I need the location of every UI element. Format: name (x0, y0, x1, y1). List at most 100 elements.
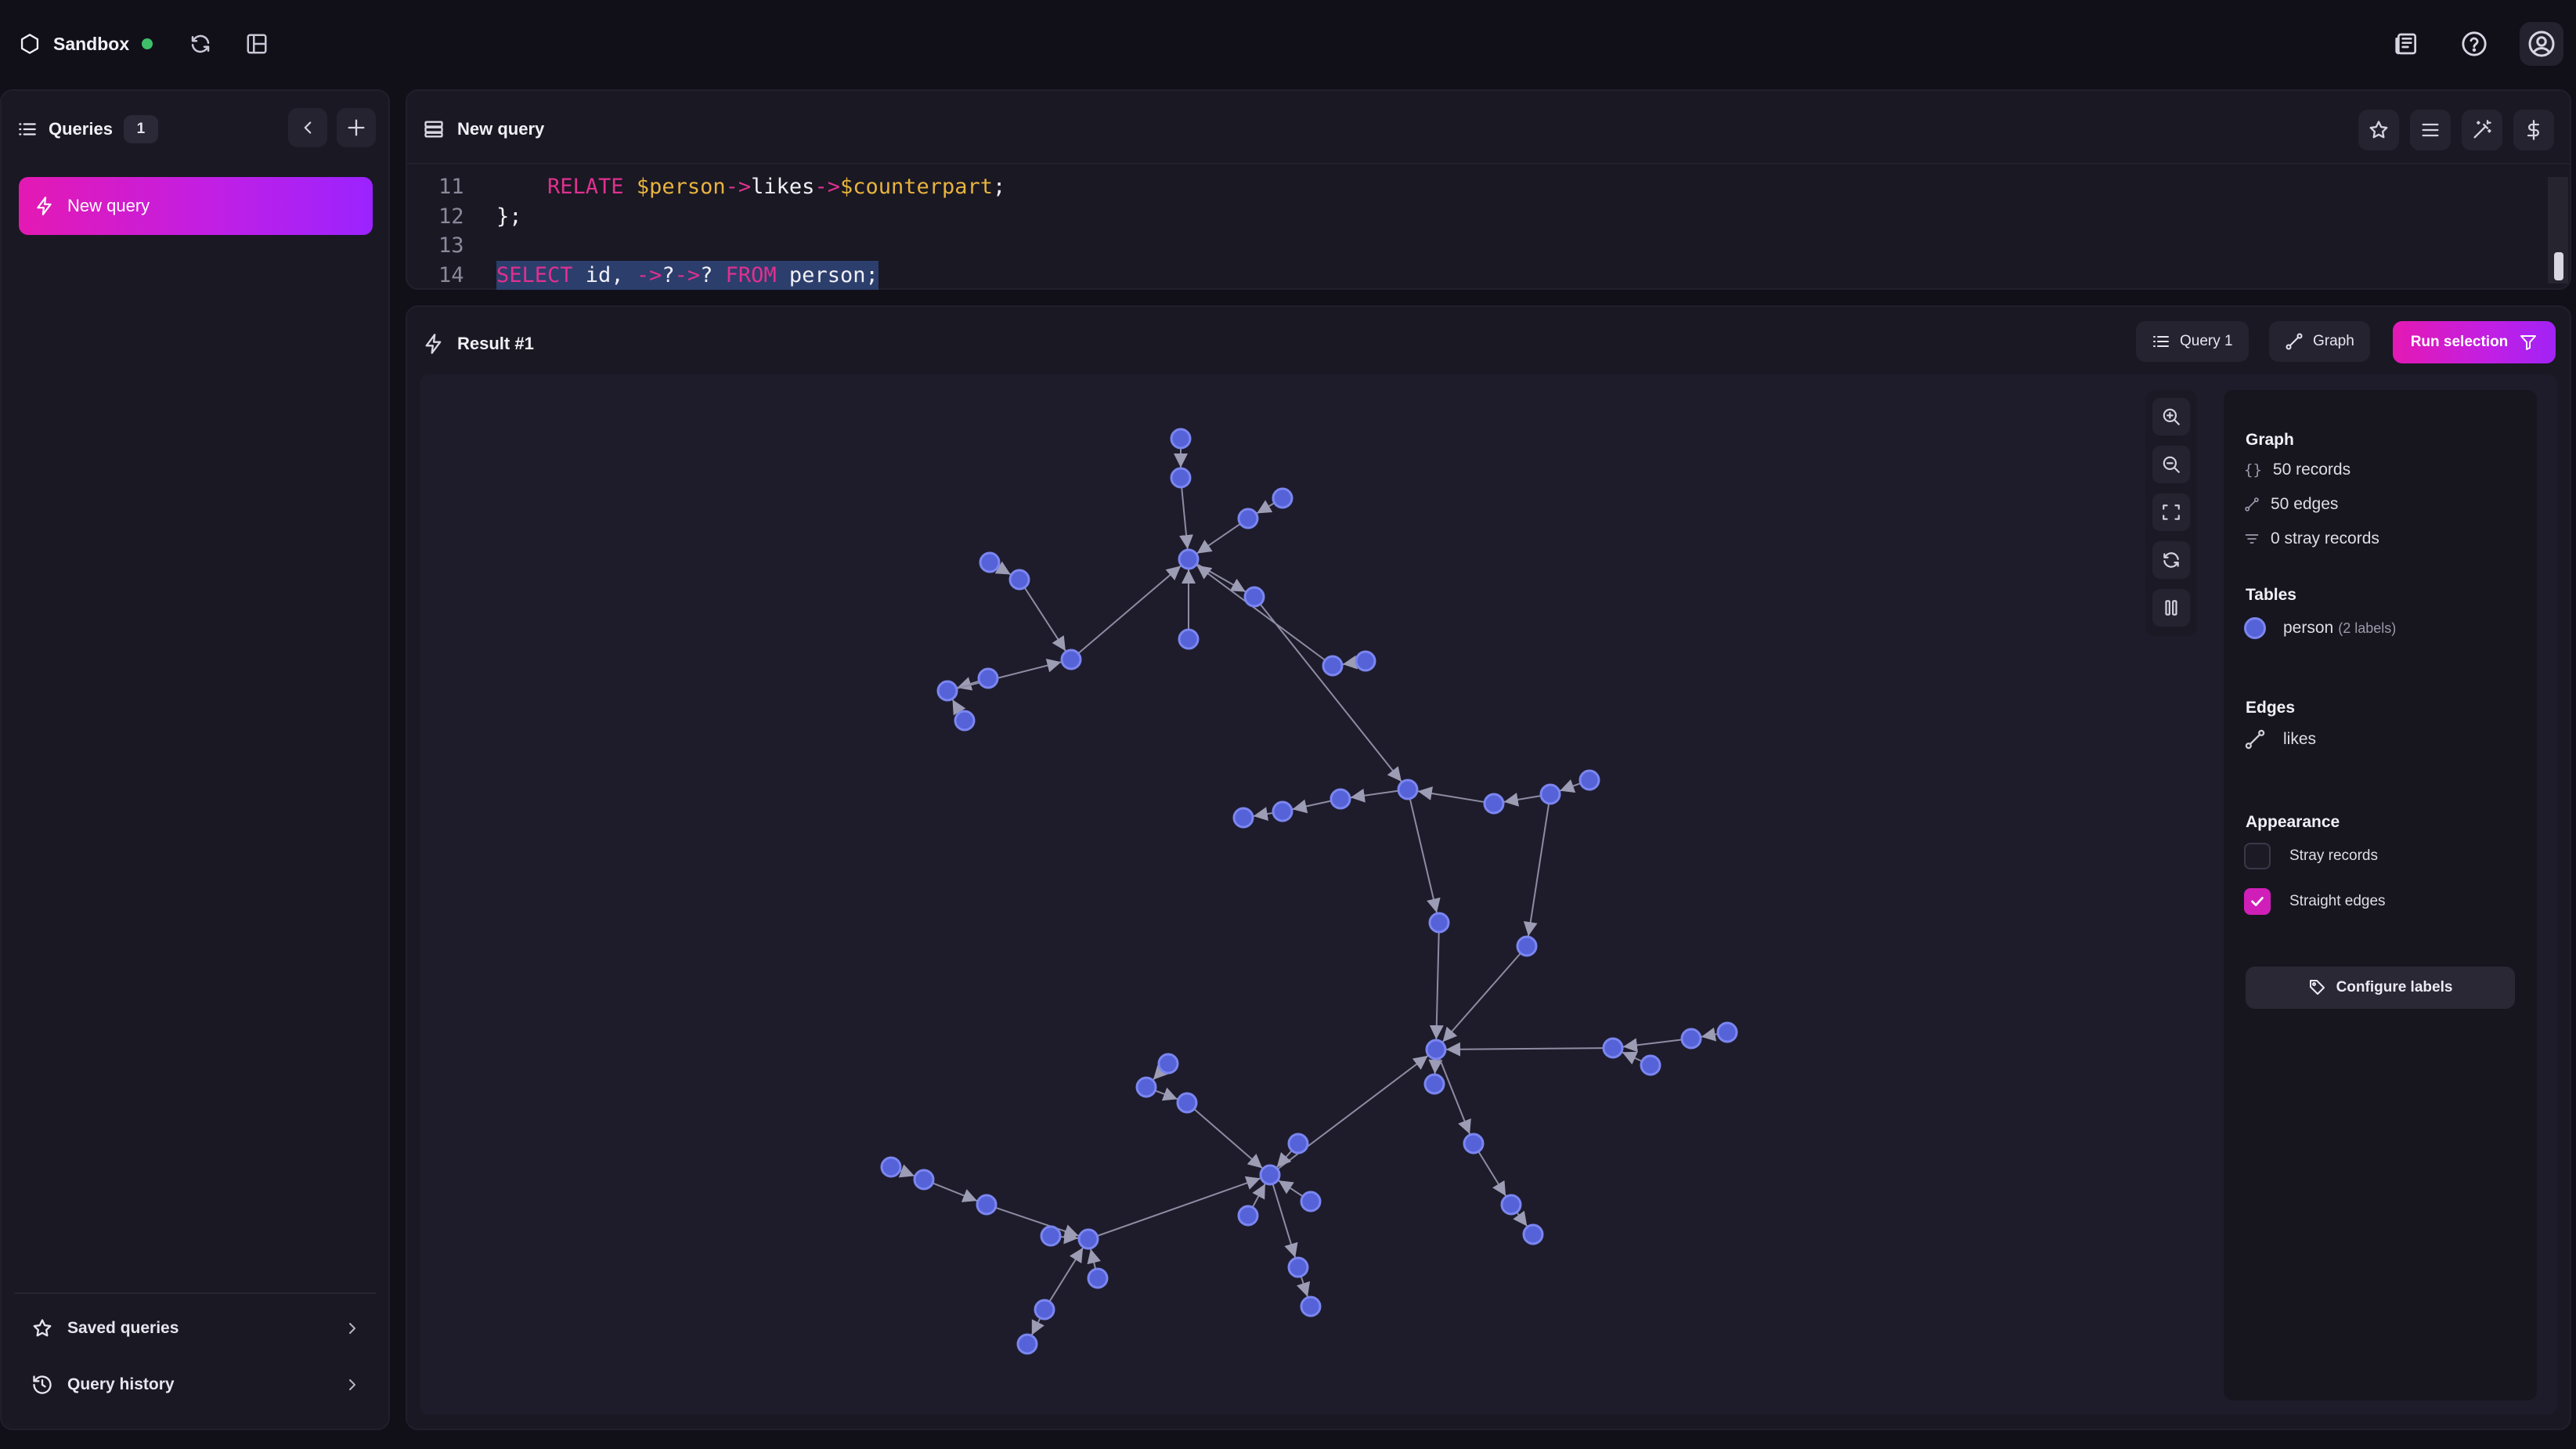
reset-layout-button[interactable] (2152, 541, 2190, 579)
graph-node[interactable] (1237, 1205, 1259, 1227)
graph-edge[interactable] (1296, 1276, 1311, 1297)
layout-toggle-button[interactable] (238, 25, 276, 63)
graph-edge[interactable] (1059, 1230, 1079, 1245)
graph-edge[interactable] (1077, 565, 1182, 654)
graph-node[interactable] (1322, 655, 1344, 677)
graph-node[interactable] (1428, 912, 1450, 934)
zoom-in-button[interactable] (2152, 398, 2190, 435)
stray-records-checkbox[interactable] (2244, 843, 2271, 869)
saved-queries-link[interactable]: Saved queries (16, 1305, 376, 1352)
graph-node[interactable] (977, 667, 999, 689)
graph-edge[interactable] (1701, 1027, 1719, 1042)
graph-edge[interactable] (1428, 1058, 1443, 1075)
graph-edge[interactable] (1154, 1087, 1178, 1101)
graph-node[interactable] (1680, 1028, 1702, 1050)
graph-edge[interactable] (1087, 1248, 1101, 1270)
code-line[interactable]: 11 RELATE $person->likes->$counterpart; (438, 172, 1005, 202)
graph-visualization[interactable] (420, 374, 2142, 1415)
graph-node[interactable] (1232, 807, 1254, 829)
add-query-button[interactable] (337, 108, 376, 147)
graph-edge[interactable] (1153, 1064, 1168, 1081)
edge-item-likes[interactable]: likes (2244, 728, 2316, 750)
collapse-sidebar-button[interactable] (288, 108, 327, 147)
stray-records-option[interactable]: Stray records (2244, 843, 2378, 869)
graph-node[interactable] (1716, 1021, 1738, 1043)
graph-node[interactable] (1237, 508, 1259, 529)
query-tab-new-query[interactable]: New query (19, 177, 373, 235)
graph-edge[interactable] (1030, 1317, 1044, 1335)
graph-node[interactable] (1516, 935, 1538, 957)
graph-edge[interactable] (1350, 788, 1399, 803)
graph-edge[interactable] (1438, 1057, 1471, 1135)
straight-edges-option[interactable]: Straight edges (2244, 888, 2386, 915)
variables-button[interactable] (2513, 110, 2554, 150)
pause-simulation-button[interactable] (2152, 589, 2190, 627)
graph-edge[interactable] (1441, 952, 1521, 1042)
graph-node[interactable] (913, 1169, 935, 1191)
graph-node[interactable] (1040, 1225, 1062, 1247)
graph-edge[interactable] (1253, 807, 1274, 821)
format-query-button[interactable] (2410, 110, 2451, 150)
graph-node[interactable] (1539, 783, 1561, 805)
graph-node[interactable] (1259, 1164, 1281, 1186)
graph-node[interactable] (1077, 1228, 1099, 1250)
graph-node[interactable] (1243, 586, 1265, 608)
graph-edge[interactable] (1622, 1038, 1683, 1053)
graph-edge[interactable] (994, 561, 1012, 576)
graph-node[interactable] (976, 1194, 998, 1216)
graph-edge[interactable] (1513, 1210, 1528, 1227)
editor-scrollbar-thumb[interactable] (2554, 252, 2563, 280)
graph-node[interactable] (1355, 650, 1376, 672)
graph-edge[interactable] (1196, 564, 1326, 661)
graph-node[interactable] (1500, 1194, 1522, 1216)
view-mode-button[interactable]: Graph (2269, 321, 2370, 362)
graph-node[interactable] (1170, 428, 1192, 450)
graph-edge[interactable] (1023, 587, 1066, 652)
graph-edge[interactable] (932, 1182, 978, 1202)
graph-node[interactable] (1425, 1039, 1447, 1061)
graph-node[interactable] (1300, 1191, 1322, 1212)
graph-edge[interactable] (951, 699, 966, 716)
fit-view-button[interactable] (2152, 493, 2190, 531)
graph-edge[interactable] (1251, 1183, 1266, 1208)
graph-node[interactable] (1602, 1037, 1624, 1059)
graph-node[interactable] (1287, 1133, 1309, 1155)
news-button[interactable] (2385, 22, 2429, 66)
graph-edge[interactable] (1272, 1183, 1298, 1258)
graph-edge[interactable] (995, 1206, 1080, 1238)
graph-node[interactable] (1170, 467, 1192, 489)
graph-edge[interactable] (1429, 931, 1444, 1040)
graph-node[interactable] (1578, 769, 1600, 791)
query-history-link[interactable]: Query history (16, 1361, 376, 1408)
graph-node[interactable] (1157, 1053, 1179, 1075)
graph-edge[interactable] (898, 1164, 915, 1178)
graph-edge[interactable] (1278, 1180, 1304, 1198)
graph-node[interactable] (1483, 793, 1505, 815)
graph-edge[interactable] (1193, 1108, 1263, 1169)
code-line[interactable]: 14 SELECT id, ->?->? FROM person; (438, 260, 1005, 290)
graph-canvas[interactable]: Graph {} 50 records 50 edges 0 stray rec… (420, 374, 2557, 1415)
graph-node[interactable] (1176, 1092, 1198, 1114)
graph-edge[interactable] (1179, 486, 1193, 550)
graph-node[interactable] (954, 710, 976, 732)
graph-node[interactable] (1135, 1076, 1157, 1098)
graph-edge[interactable] (1445, 1042, 1604, 1057)
graph-edge[interactable] (1503, 793, 1542, 807)
graph-edge[interactable] (1259, 603, 1402, 782)
graph-node[interactable] (1300, 1295, 1322, 1317)
graph-node[interactable] (1463, 1133, 1485, 1155)
code-line[interactable]: 13 (438, 231, 1005, 261)
graph-edge[interactable] (1196, 522, 1241, 555)
graph-edge[interactable] (1292, 799, 1332, 814)
straight-edges-checkbox[interactable] (2244, 888, 2271, 915)
query-selector-button[interactable]: Query 1 (2136, 321, 2249, 362)
zoom-out-button[interactable] (2152, 446, 2190, 483)
graph-edge[interactable] (956, 658, 1062, 690)
graph-edge[interactable] (1096, 1176, 1261, 1237)
connection-switcher[interactable]: Sandbox (19, 28, 153, 60)
graph-node[interactable] (1522, 1223, 1544, 1245)
graph-node[interactable] (1034, 1299, 1055, 1321)
graph-edge[interactable] (1048, 1247, 1084, 1303)
graph-edge[interactable] (1417, 786, 1485, 804)
graph-node[interactable] (1272, 800, 1293, 822)
